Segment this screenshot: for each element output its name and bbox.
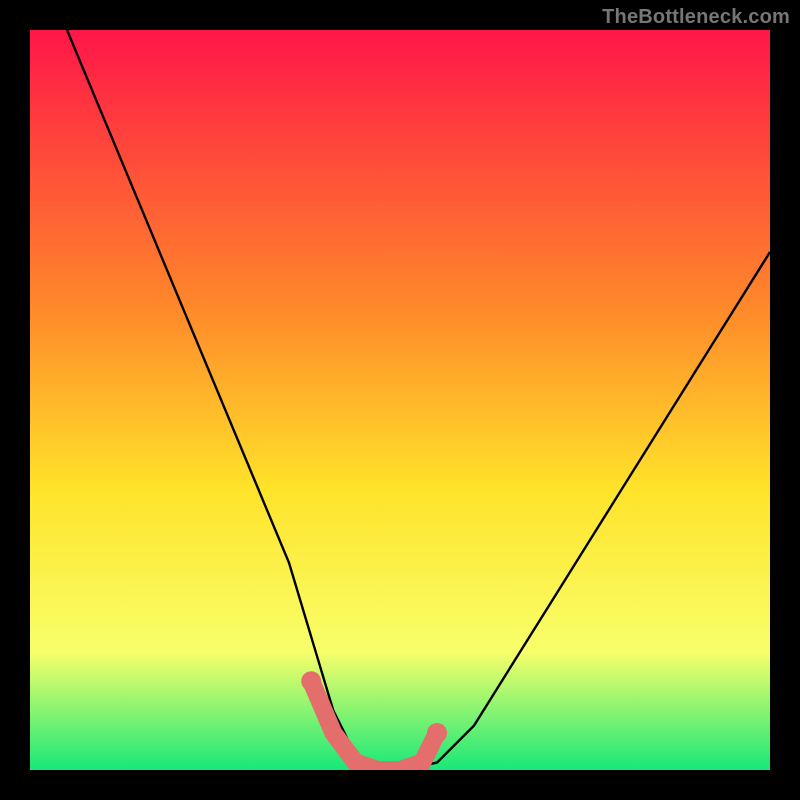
optimal-range-dot-left [301, 671, 321, 691]
watermark-text: TheBottleneck.com [602, 6, 790, 29]
bottleneck-chart [30, 30, 770, 770]
chart-container: { "watermark": "TheBottleneck.com", "col… [0, 0, 800, 800]
plot-background [30, 30, 770, 770]
optimal-range-dot-right [427, 723, 447, 743]
